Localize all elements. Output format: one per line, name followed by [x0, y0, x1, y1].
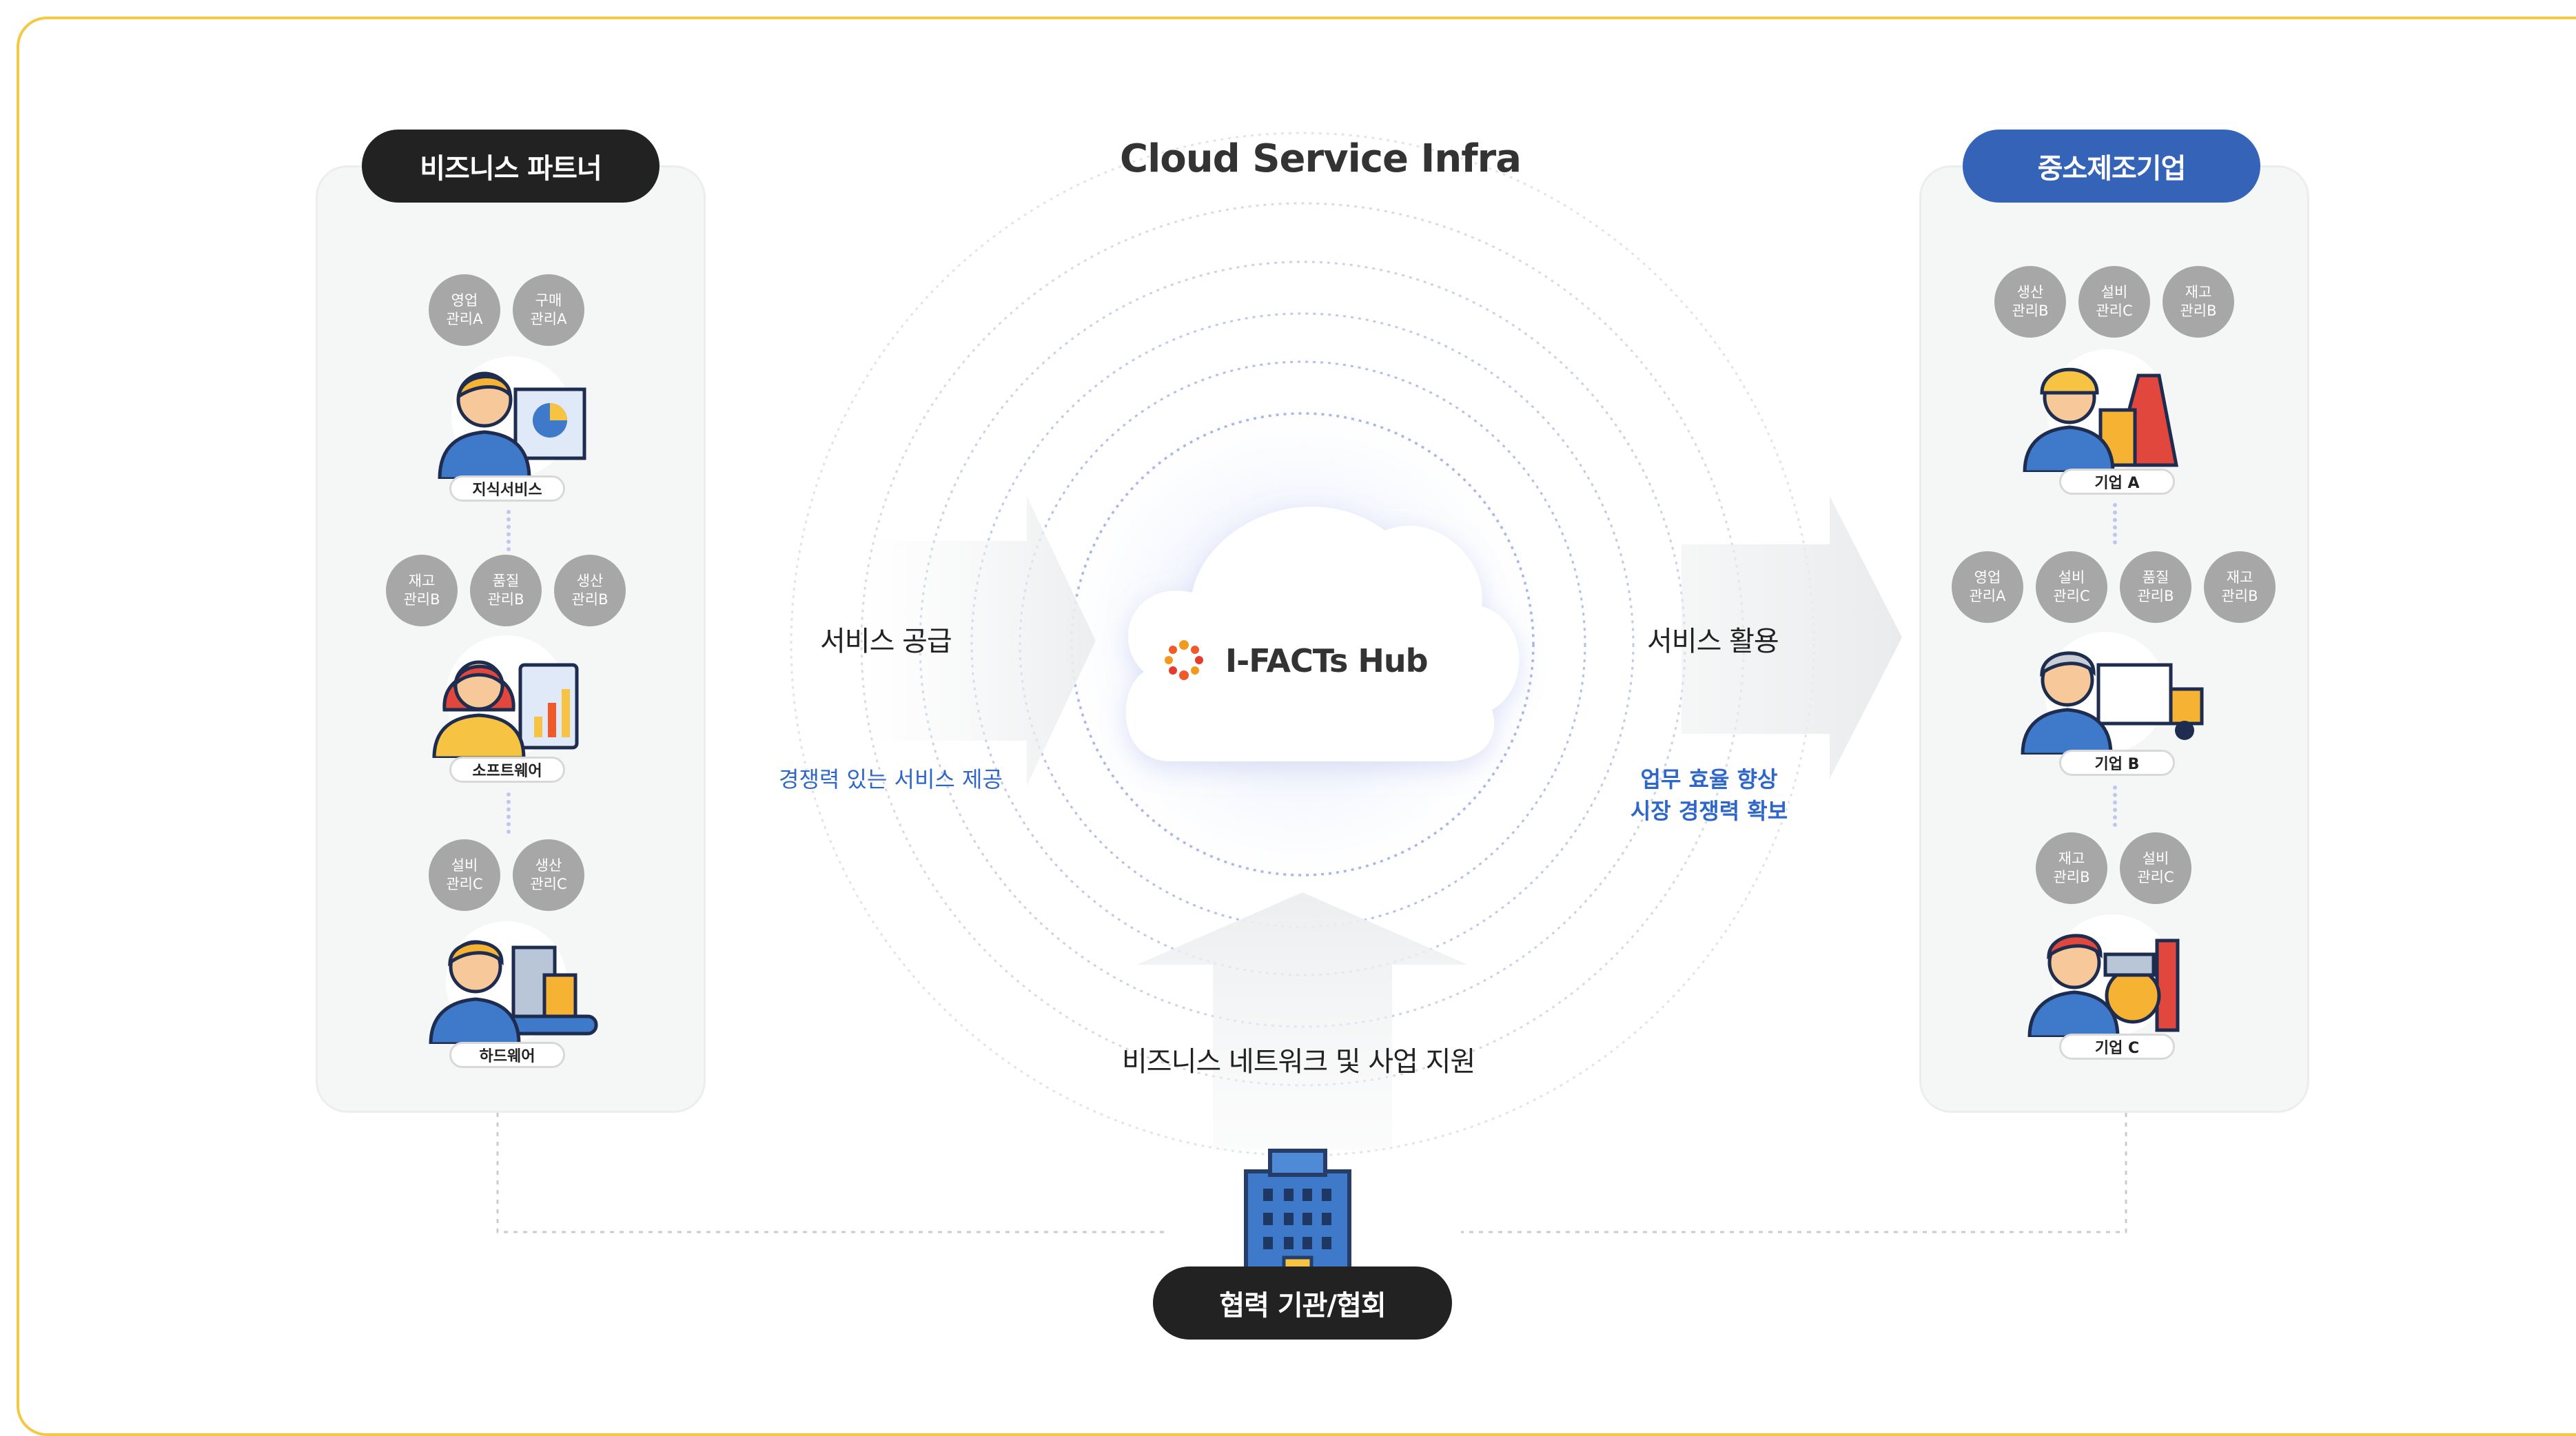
tag: 재고 관리B [2204, 551, 2276, 623]
knowledge-service-worker-icon [438, 356, 586, 479]
partners-title: 비즈니스 파트너 [362, 130, 660, 203]
group-label: 기업 B [2059, 750, 2175, 776]
group-label: 소프트웨어 [449, 757, 565, 783]
dotted-connector [2113, 503, 2117, 544]
tag: 구매 관리A [513, 274, 584, 346]
tag: 영업 관리A [429, 274, 500, 346]
manufacturers-title: 중소제조기업 [1963, 130, 2260, 203]
dotted-connector [2113, 786, 2117, 827]
use-desc: 업무 효율 향상 시장 경쟁력 확보 [1630, 766, 1788, 824]
hardware-worker-icon [429, 921, 598, 1044]
tag: 재고 관리B [2036, 832, 2107, 904]
group-label: 기업 A [2059, 469, 2175, 495]
tag: 설비 관리C [2120, 832, 2191, 904]
group-label: 지식서비스 [449, 475, 565, 502]
tag: 재고 관리B [2163, 266, 2234, 338]
supply-desc: 경쟁력 있는 서비스 제공 [779, 766, 1003, 792]
group-label: 하드웨어 [449, 1042, 565, 1068]
tag: 설비 관리C [2036, 551, 2107, 623]
infra-title: Cloud Service Infra [1120, 136, 1522, 181]
tag: 설비 관리C [429, 839, 500, 911]
tag: 재고 관리B [386, 555, 458, 626]
tag: 영업 관리A [1952, 551, 2023, 623]
dotted-connector [507, 510, 511, 551]
tag: 생산 관리C [513, 839, 584, 911]
tag: 생산 관리B [1994, 266, 2066, 338]
group-label: 기업 C [2059, 1034, 2175, 1060]
use-label: 서비스 활용 [1647, 626, 1779, 657]
tag: 품질 관리B [2120, 551, 2191, 623]
software-worker-icon [432, 635, 579, 758]
tag: 생산 관리B [554, 555, 626, 626]
tag: 설비 관리C [2078, 266, 2150, 338]
company-b-truck-icon [2021, 632, 2204, 755]
company-c-plant-icon [2027, 914, 2180, 1037]
dotted-connector [507, 792, 511, 834]
supply-label: 서비스 공급 [820, 626, 952, 657]
hub-name: I-FACTs Hub [1225, 642, 1429, 679]
cooperation-org-label: 협력 기관/협회 [1153, 1266, 1452, 1340]
support-label: 비즈니스 네트워크 및 사업 지원 [1122, 1046, 1475, 1078]
support-arrow [1137, 892, 1468, 1151]
company-a-factory-icon [2023, 349, 2179, 472]
tag: 품질 관리B [470, 555, 542, 626]
